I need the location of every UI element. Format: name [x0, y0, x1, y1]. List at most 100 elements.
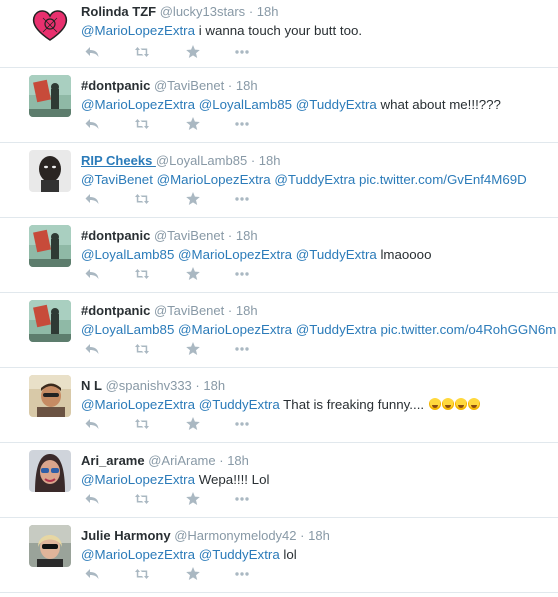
author-name[interactable]: #dontpanic [81, 228, 150, 243]
more-button[interactable] [234, 491, 250, 507]
tweet-item[interactable]: N L @spanishv333 · 18h @MarioLopezExtra @… [0, 368, 558, 443]
mention-link[interactable]: @TuddyExtra [274, 172, 355, 187]
favorite-button[interactable] [185, 341, 201, 357]
tweet-item[interactable]: #dontpanic @TaviBenet · 18h @LoyalLamb85 … [0, 293, 558, 368]
avatar[interactable] [29, 75, 71, 117]
author-name[interactable]: Julie Harmony [81, 528, 171, 543]
mention-link[interactable]: @MarioLopezExtra [178, 322, 292, 337]
favorite-button[interactable] [185, 44, 201, 60]
tweet-timestamp[interactable]: 18h [259, 153, 281, 168]
more-button[interactable] [234, 566, 250, 582]
tweet-item[interactable]: Julie Harmony @Harmonymelody42 · 18h @Mar… [0, 518, 558, 593]
mention-link[interactable]: @MarioLopezExtra [81, 397, 195, 412]
mention-link[interactable]: @LoyalLamb85 [199, 97, 292, 112]
retweet-button[interactable] [134, 44, 150, 60]
mention-link[interactable]: @TuddyExtra [199, 547, 280, 562]
more-button[interactable] [234, 266, 250, 282]
author-handle[interactable]: @spanishv333 [106, 378, 192, 393]
reply-button[interactable] [84, 566, 100, 582]
avatar[interactable] [29, 525, 71, 567]
avatar[interactable] [29, 450, 71, 492]
more-icon [234, 191, 250, 207]
tweet-header: RIP Cheeks @LoyalLamb85 · 18h [81, 153, 548, 169]
author-name[interactable]: Rolinda TZF [81, 4, 156, 19]
tweet-item[interactable]: #dontpanic @TaviBenet · 18h @LoyalLamb85 … [0, 218, 558, 293]
tweet-timestamp[interactable]: 18h [203, 378, 225, 393]
tweet-item[interactable]: Ari_arame @AriArame · 18h @MarioLopezExtr… [0, 443, 558, 518]
mention-link[interactable]: @TuddyExtra [296, 322, 377, 337]
reply-button[interactable] [84, 191, 100, 207]
favorite-button[interactable] [185, 191, 201, 207]
reply-button[interactable] [84, 491, 100, 507]
avatar[interactable] [29, 375, 71, 417]
mention-link[interactable]: @MarioLopezExtra [81, 23, 195, 38]
favorite-button[interactable] [185, 416, 201, 432]
avatar[interactable] [29, 150, 71, 192]
media-link[interactable]: pic.twitter.com/GvEnf4M69D [359, 172, 527, 187]
author-handle[interactable]: @TaviBenet [154, 228, 224, 243]
more-button[interactable] [234, 44, 250, 60]
avatar[interactable] [29, 300, 71, 342]
mention-link[interactable]: @MarioLopezExtra [81, 97, 195, 112]
more-button[interactable] [234, 116, 250, 132]
tweet-timestamp[interactable]: 18h [236, 78, 258, 93]
retweet-button[interactable] [134, 191, 150, 207]
tweet-timestamp[interactable]: 18h [236, 303, 258, 318]
media-link[interactable]: pic.twitter.com/o4RohGGN6m [380, 322, 556, 337]
author-name[interactable]: #dontpanic [81, 78, 150, 93]
author-name[interactable]: RIP Cheeks [81, 153, 156, 168]
retweet-icon [134, 44, 150, 60]
mention-link[interactable]: @TuddyExtra [296, 247, 377, 262]
tweet-item[interactable]: #dontpanic @TaviBenet · 18h @MarioLopezEx… [0, 68, 558, 143]
tweet-timestamp[interactable]: 18h [257, 4, 279, 19]
mention-link[interactable]: @LoyalLamb85 [81, 322, 174, 337]
mention-link[interactable]: @MarioLopezExtra [81, 472, 195, 487]
more-icon [234, 491, 250, 507]
tweet-item[interactable]: RIP Cheeks @LoyalLamb85 · 18h @TaviBenet … [0, 143, 558, 218]
retweet-button[interactable] [134, 491, 150, 507]
author-name[interactable]: N L [81, 378, 102, 393]
mention-link[interactable]: @LoyalLamb85 [81, 247, 174, 262]
author-name[interactable]: Ari_arame [81, 453, 145, 468]
retweet-button[interactable] [134, 266, 150, 282]
favorite-button[interactable] [185, 266, 201, 282]
mention-link[interactable]: @MarioLopezExtra [178, 247, 292, 262]
more-button[interactable] [234, 341, 250, 357]
more-icon [234, 44, 250, 60]
reply-button[interactable] [84, 44, 100, 60]
reply-button[interactable] [84, 116, 100, 132]
avatar[interactable] [29, 225, 71, 267]
author-handle[interactable]: @Harmonymelody42 [174, 528, 296, 543]
author-handle[interactable]: @AriArame [148, 453, 215, 468]
reply-icon [84, 416, 100, 432]
avatar[interactable] [29, 4, 71, 46]
author-handle[interactable]: @LoyalLamb85 [156, 153, 247, 168]
mention-link[interactable]: @MarioLopezExtra [157, 172, 271, 187]
favorite-button[interactable] [185, 491, 201, 507]
more-button[interactable] [234, 191, 250, 207]
author-handle[interactable]: @TaviBenet [154, 303, 224, 318]
mention-link[interactable]: @TuddyExtra [296, 97, 377, 112]
reply-button[interactable] [84, 266, 100, 282]
author-name[interactable]: #dontpanic [81, 303, 150, 318]
more-icon [234, 266, 250, 282]
author-handle[interactable]: @TaviBenet [154, 78, 224, 93]
author-handle[interactable]: @lucky13stars [160, 4, 245, 19]
retweet-button[interactable] [134, 416, 150, 432]
tweet-item[interactable]: Rolinda TZF @lucky13stars · 18h @MarioLop… [0, 0, 558, 68]
tweet-text: @MarioLopezExtra Wepa!!!! Lol [81, 471, 548, 489]
retweet-button[interactable] [134, 341, 150, 357]
mention-link[interactable]: @MarioLopezExtra [81, 547, 195, 562]
tweet-timestamp[interactable]: 18h [308, 528, 330, 543]
retweet-button[interactable] [134, 116, 150, 132]
tweet-timestamp[interactable]: 18h [227, 453, 249, 468]
reply-button[interactable] [84, 341, 100, 357]
reply-button[interactable] [84, 416, 100, 432]
mention-link[interactable]: @TaviBenet [81, 172, 153, 187]
retweet-button[interactable] [134, 566, 150, 582]
mention-link[interactable]: @TuddyExtra [199, 397, 280, 412]
tweet-timestamp[interactable]: 18h [236, 228, 258, 243]
favorite-button[interactable] [185, 566, 201, 582]
favorite-button[interactable] [185, 116, 201, 132]
more-button[interactable] [234, 416, 250, 432]
